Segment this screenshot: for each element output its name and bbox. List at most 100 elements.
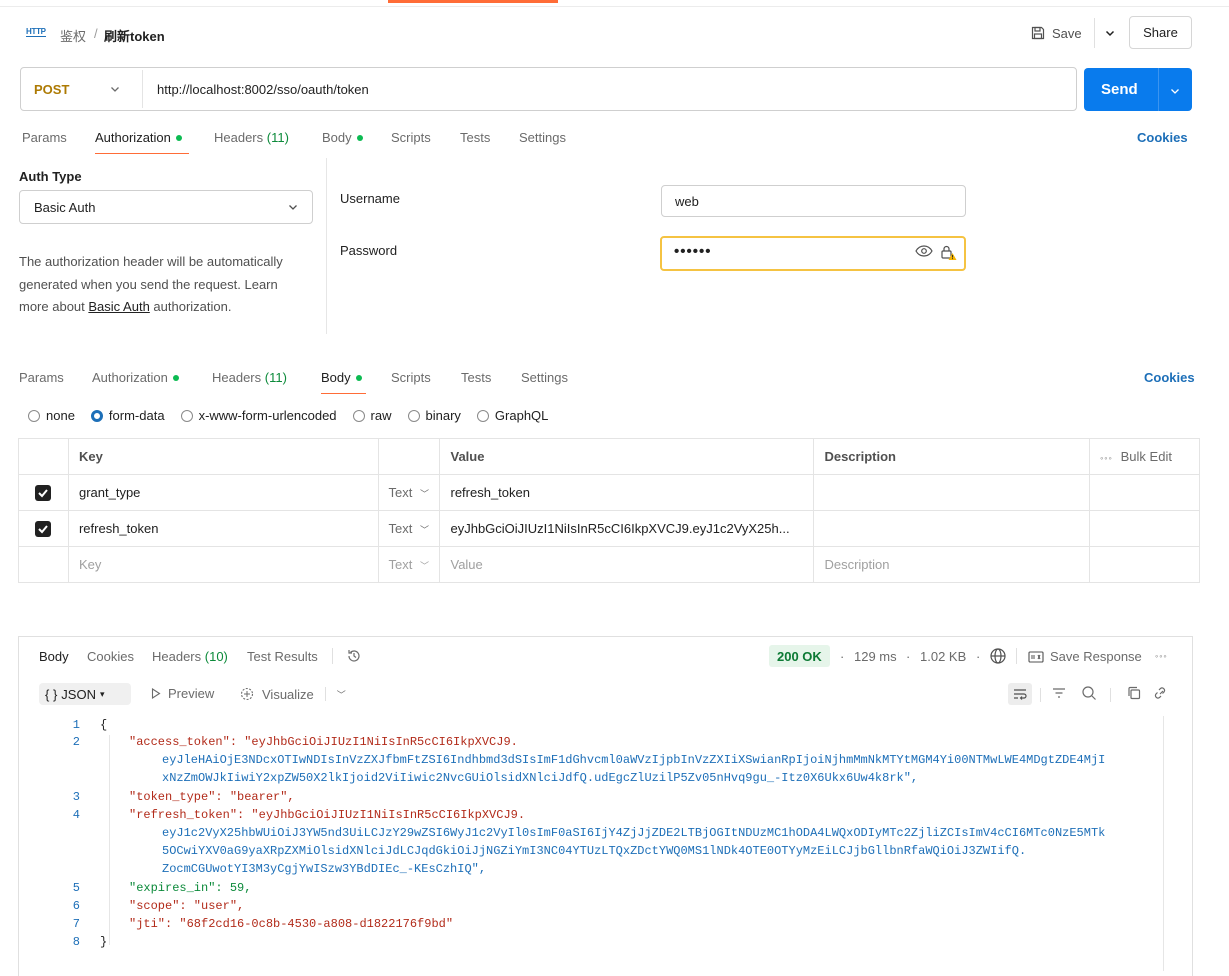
send-divider [1158,68,1159,111]
method-select[interactable]: POST [34,82,69,97]
history-icon[interactable] [346,648,362,667]
radio-graphql[interactable]: GraphQL [476,408,548,423]
chevron-down-icon[interactable] [110,82,120,97]
format-select[interactable]: { } JSON ▾ [39,683,131,705]
password-label: Password [340,243,398,258]
response-json-viewer[interactable]: 1 { 2 "access_token": "eyJhbGciOiJIUzI1N… [60,717,1160,967]
response-tab-headers[interactable]: Headers (10) [152,649,228,664]
cookies-link[interactable]: Cookies [1137,130,1188,145]
radio-raw[interactable]: raw [352,408,392,423]
tab-params[interactable]: Params [19,370,64,385]
filter-icon[interactable] [1052,687,1066,702]
active-tab-underline [95,153,189,154]
radio-binary[interactable]: binary [407,408,461,423]
password-value[interactable]: •••••• [674,243,712,260]
tab-settings[interactable]: Settings [521,370,568,385]
wrap-lines-button[interactable] [1008,683,1032,705]
radio-circle [90,409,103,422]
tab-settings[interactable]: Settings [519,130,566,145]
tab-params[interactable]: Params [22,130,67,145]
lock-warning-icon[interactable] [940,244,958,265]
description-cell[interactable] [813,510,1091,547]
auth-description-tail: authorization. [149,299,232,314]
line-number: 8 [72,935,80,949]
tab-authorization[interactable]: Authorization [92,370,179,385]
row-checkbox[interactable] [35,520,52,537]
row-checkbox[interactable] [35,484,52,501]
tab-authorization-label: Authorization [95,130,171,145]
description-cell[interactable] [813,474,1091,511]
type-select[interactable]: Text ﹀ [377,510,441,547]
code-line: "jti": "68f2cd16-0c8b-4530-a808-d1822176… [129,917,454,931]
basic-auth-link[interactable]: Basic Auth [88,299,149,314]
breadcrumb-collection[interactable]: 鉴权 [60,26,86,45]
radio-none[interactable]: none [28,408,75,423]
visualize-label: Visualize [262,686,314,702]
type-label: Text [388,521,413,536]
send-label[interactable]: Send [1101,81,1138,98]
preview-button[interactable]: Preview [151,686,214,701]
eye-icon[interactable] [915,244,933,261]
link-icon[interactable] [1153,685,1169,704]
tab-authorization[interactable]: Authorization [95,130,182,145]
tab-tests[interactable]: Tests [460,130,490,145]
value-cell[interactable]: eyJhbGciOiJIUzI1NiIsInR5cCI6IkpXVCJ9.eyJ… [439,510,815,547]
radio-label: raw [370,408,392,423]
code-line: eyJleHAiOjE3NDcxOTIwNDIsInVzZXJfbmFtZSI6… [162,753,1106,767]
breadcrumb-request[interactable]: 刷新token [104,26,165,45]
auth-type-value[interactable]: Basic Auth [34,200,95,215]
save-response-icon [1028,650,1044,663]
value-placeholder[interactable]: Value [439,546,815,583]
tab-scripts[interactable]: Scripts [391,130,431,145]
chevron-down-icon: ﹀ [420,525,430,535]
tab-tests[interactable]: Tests [461,370,491,385]
response-time[interactable]: 129 ms [854,649,897,664]
check-icon [38,524,49,533]
radio-form-data[interactable]: form-data [90,408,165,423]
key-cell[interactable]: grant_type [67,474,379,511]
tab-body[interactable]: Body [321,370,362,385]
username-field[interactable] [661,185,966,217]
share-button[interactable]: Share [1129,16,1192,49]
bulk-edit-button[interactable]: ◦◦◦ Bulk Edit [1089,438,1200,475]
auth-type-label: Auth Type [19,169,82,184]
search-icon[interactable] [1081,685,1097,704]
chevron-down-icon[interactable] [288,200,298,215]
radio-urlencoded[interactable]: x-www-form-urlencoded [180,408,337,423]
tab-body-label: Body [321,370,351,385]
response-tab-body[interactable]: Body [39,649,69,664]
key-placeholder[interactable]: Key [67,546,379,583]
divider [1016,648,1017,664]
description-placeholder[interactable]: Description [813,546,1091,583]
column-header-value: Value [439,438,815,475]
breadcrumb-separator: / [94,26,98,41]
tab-scripts[interactable]: Scripts [391,370,431,385]
response-size[interactable]: 1.02 KB [920,649,966,664]
response-tab-cookies[interactable]: Cookies [87,649,134,664]
save-button[interactable]: Save [1030,22,1082,44]
wrap-icon [1014,689,1027,700]
radio-circle [180,409,193,422]
cookies-link[interactable]: Cookies [1144,370,1195,385]
url-input[interactable]: http://localhost:8002/sso/oauth/token [157,82,369,97]
type-select[interactable]: Text ﹀ [377,546,441,583]
response-tab-test-results[interactable]: Test Results [247,649,318,664]
visualize-button[interactable]: Visualize ﹀ [239,686,346,702]
value-cell[interactable]: refresh_token [439,474,815,511]
divider [332,648,333,664]
save-response-button[interactable]: Save Response [1028,649,1142,664]
tab-headers[interactable]: Headers (11) [214,130,289,145]
more-icon[interactable]: ◦◦◦ [1155,651,1168,661]
scrollbar-track[interactable] [1163,716,1164,971]
chevron-down-icon[interactable] [1170,84,1180,99]
save-options-button[interactable] [1094,18,1124,48]
tab-body[interactable]: Body [322,130,363,145]
type-select[interactable]: Text ﹀ [377,474,441,511]
copy-icon[interactable] [1126,685,1142,704]
tab-headers-label: Headers [214,130,264,145]
globe-icon[interactable] [989,647,1007,668]
tab-headers[interactable]: Headers (11) [212,370,287,385]
status-badge[interactable]: 200 OK [769,645,830,667]
key-cell[interactable]: refresh_token [67,510,379,547]
username-value[interactable]: web [675,194,699,209]
